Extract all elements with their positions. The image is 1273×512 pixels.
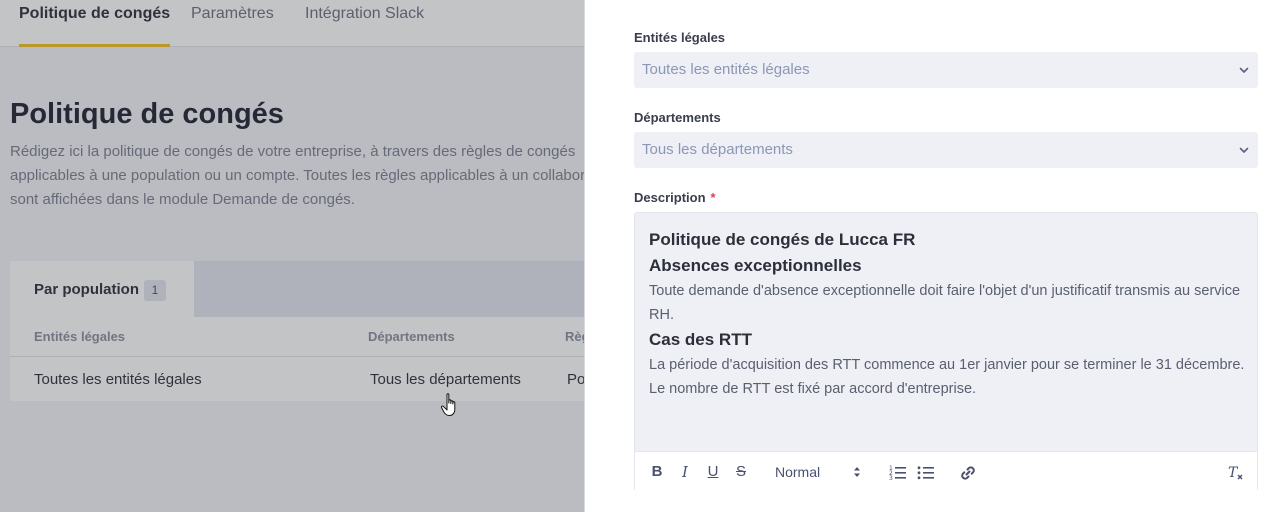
editor-heading: Politique de congés de Lucca FR [649,230,916,249]
editor-content[interactable]: Politique de congés de Lucca FR Absences… [649,227,1245,401]
updown-arrows-icon [854,467,860,477]
ordered-list-icon: 1 2 3 [889,465,906,482]
link-button[interactable] [959,462,977,482]
ordered-list-button[interactable]: 1 2 3 [889,462,907,482]
entities-select[interactable]: Toutes les entités légales [634,52,1258,88]
svg-text:3: 3 [889,475,893,482]
description-label-text: Description [634,190,706,205]
svg-text:T: T [1228,465,1239,481]
departments-label: Départements [634,110,721,125]
bullet-list-button[interactable] [917,462,935,482]
description-editor[interactable]: Politique de congés de Lucca FR Absences… [634,212,1258,491]
editor-heading: Cas des RTT [649,330,752,349]
underline-button[interactable]: U [705,462,721,482]
text-format-select[interactable]: Normal [775,462,865,482]
italic-button[interactable]: I [677,462,693,482]
editor-heading: Absences exceptionnelles [649,256,862,275]
editor-paragraph: La période d'acquisition des RTT commenc… [649,357,1245,373]
hand-cursor-icon [440,393,456,416]
description-label: Description * [634,190,716,205]
entities-select-value: Toutes les entités légales [642,61,810,78]
editor-toolbar: B I U S Normal 1 2 3 T [635,451,1257,491]
clear-format-icon: T [1228,465,1243,481]
edit-policy-panel: Entités légales Toutes les entités légal… [584,0,1273,512]
background-page: Politique de congés Paramètres Intégrati… [0,0,585,512]
chevron-down-icon [1239,67,1249,73]
chevron-down-icon [1239,147,1249,153]
strikethrough-button[interactable]: S [733,462,749,482]
clear-format-button[interactable]: T [1227,462,1245,482]
bold-button[interactable]: B [649,462,665,482]
editor-paragraph: Le nombre de RTT est fixé par accord d'e… [649,381,977,397]
modal-backdrop[interactable] [0,0,585,512]
entities-label: Entités légales [634,30,726,45]
editor-paragraph: Toute demande d'absence exceptionnelle d… [649,283,1241,323]
required-marker: * [710,190,716,205]
departments-select[interactable]: Tous les départements [634,132,1258,168]
departments-select-value: Tous les départements [642,141,793,158]
link-icon [961,466,975,480]
bullet-list-icon [917,466,934,480]
